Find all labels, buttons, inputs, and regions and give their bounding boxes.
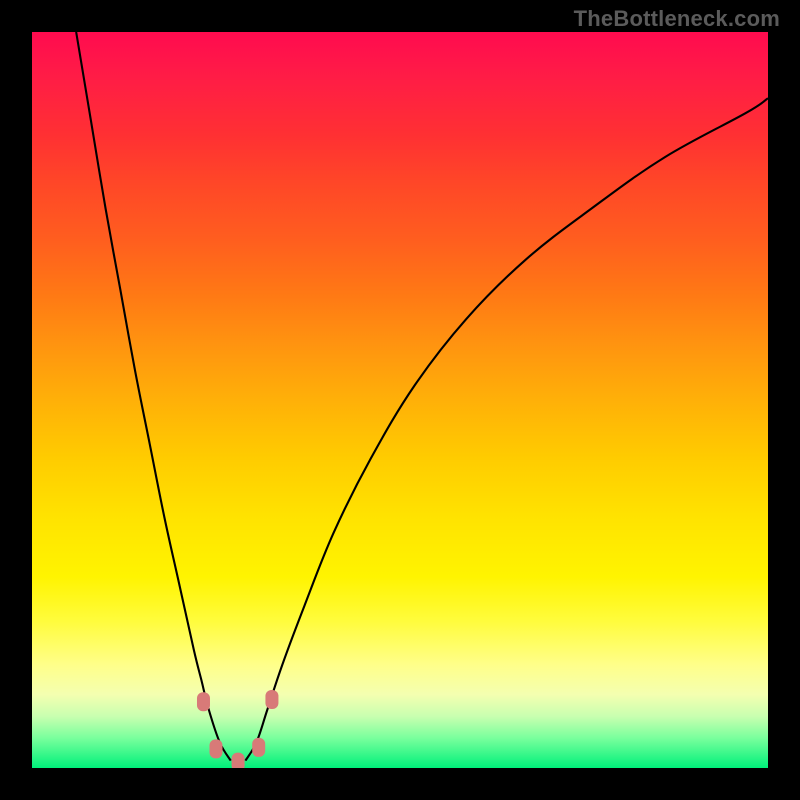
bottleneck-curve-right [245,98,768,760]
bottleneck-curve-left [76,32,231,761]
curve-marker [252,738,265,757]
curve-marker [210,739,223,758]
curve-marker [197,692,210,711]
watermark-text: TheBottleneck.com [574,6,780,32]
curve-layer [32,32,768,768]
chart-frame: TheBottleneck.com [0,0,800,800]
curve-marker [232,753,245,768]
plot-area [32,32,768,768]
curve-marker [265,690,278,709]
curve-markers [197,690,278,768]
